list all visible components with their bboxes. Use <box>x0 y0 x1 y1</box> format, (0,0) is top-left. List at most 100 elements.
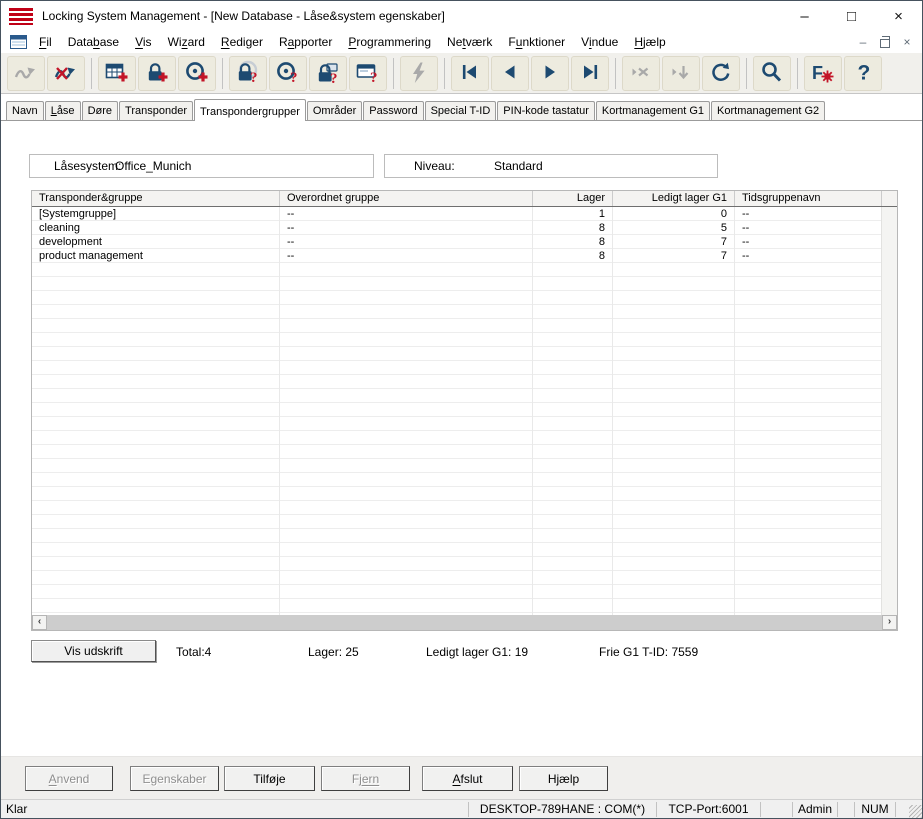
tab-password[interactable]: Password <box>363 101 423 120</box>
tab-pin-kode-tastatur[interactable]: PIN-kode tastatur <box>497 101 595 120</box>
status-message: Klar <box>1 802 468 816</box>
filter-settings-button[interactable]: F <box>804 56 842 91</box>
hjaelp-knap-button[interactable]: Hjælp <box>519 766 608 791</box>
restore-icon <box>880 39 890 48</box>
column-header-ledigt-lager-g1[interactable]: Ledigt lager G1 <box>613 191 735 206</box>
show-print-button[interactable]: Vis udskrift <box>31 640 156 662</box>
menu-vindue[interactable]: Vindue <box>573 33 626 51</box>
next-record-button[interactable] <box>531 56 569 91</box>
close-button[interactable]: × <box>875 1 922 31</box>
cell-ledigt-lager-g1: 5 <box>613 221 735 235</box>
tab-transpondergrupper[interactable]: Transpondergrupper <box>194 99 306 121</box>
locking-system-label: Låsesystem: <box>54 159 121 173</box>
menu-vis[interactable]: Vis <box>127 33 159 51</box>
column-gridline <box>279 207 280 615</box>
app-window: Locking System Management - [New Databas… <box>0 0 923 819</box>
column-gridline <box>532 207 533 615</box>
new-lock-button[interactable] <box>138 56 176 91</box>
transponder-question-icon: ? <box>275 60 301 86</box>
transponder-plus-icon <box>184 60 210 86</box>
new-transponder-button[interactable] <box>178 56 216 91</box>
play-down-icon <box>668 60 694 86</box>
cell-ledigt-lager-g1: 7 <box>613 235 735 249</box>
help-button[interactable]: ? <box>844 56 882 91</box>
read-mifare-lock-button[interactable]: ? <box>309 56 347 91</box>
tab-kortmanagement-g2[interactable]: Kortmanagement G2 <box>711 101 825 120</box>
prev-icon <box>497 60 523 86</box>
tab-doere[interactable]: Døre <box>82 101 118 120</box>
column-header-lager[interactable]: Lager <box>533 191 613 206</box>
menu-rediger[interactable]: Rediger <box>213 33 271 51</box>
cancel-navigation-button <box>622 56 660 91</box>
search-button[interactable] <box>753 56 791 91</box>
read-card-button[interactable]: ? <box>349 56 387 91</box>
refresh-button[interactable] <box>702 56 740 91</box>
table-row[interactable]: product management--87-- <box>32 249 897 263</box>
cell-overordnet-gruppe: -- <box>280 207 533 221</box>
tab-laase[interactable]: Låse <box>45 101 81 120</box>
anvend-button: Anvend <box>25 766 113 791</box>
status-bar: Klar DESKTOP-789HANE : COM(*)TCP-Port:60… <box>1 799 922 818</box>
cell-transponder-gruppe: cleaning <box>32 221 280 235</box>
search-icon <box>759 60 785 86</box>
read-lock-button[interactable]: ? <box>229 56 267 91</box>
status-spacer-1 <box>760 802 792 817</box>
menu-fil[interactable]: Fil <box>31 33 60 51</box>
svg-text:?: ? <box>330 71 338 86</box>
previous-record-button[interactable] <box>491 56 529 91</box>
read-transponder-button[interactable]: ? <box>269 56 307 91</box>
cell-ledigt-lager-g1: 7 <box>613 249 735 263</box>
resize-grip[interactable] <box>909 805 922 818</box>
menu-funktioner[interactable]: Funktioner <box>500 33 573 51</box>
horizontal-scrollbar[interactable]: ‹ › <box>32 615 897 630</box>
tab-navn[interactable]: Navn <box>6 101 44 120</box>
toolbar: ????F? <box>1 53 922 94</box>
menu-wizard[interactable]: Wizard <box>160 33 213 51</box>
menu-programmering[interactable]: Programmering <box>340 33 439 51</box>
menu-database[interactable]: Database <box>60 33 127 51</box>
toolbar-separator <box>393 58 394 89</box>
tab-transponder[interactable]: Transponder <box>119 101 193 120</box>
menu-rapporter[interactable]: Rapporter <box>271 33 340 51</box>
window-title: Locking System Management - [New Databas… <box>42 9 781 23</box>
lock-plus-icon <box>144 60 170 86</box>
table-row[interactable]: cleaning--85-- <box>32 221 897 235</box>
menu-hjaelp[interactable]: Hjælp <box>626 33 673 51</box>
last-record-button[interactable] <box>571 56 609 91</box>
scrollbar-track[interactable] <box>47 615 882 630</box>
column-header-tidsgruppenavn[interactable]: Tidsgruppenavn <box>735 191 882 206</box>
cell-tidsgruppenavn: -- <box>735 249 882 263</box>
log-off-button[interactable] <box>47 56 85 91</box>
minimize-button[interactable]: – <box>781 1 828 31</box>
scroll-left-button[interactable]: ‹ <box>32 615 47 630</box>
first-record-button[interactable] <box>451 56 489 91</box>
simonsvoss-logo-icon <box>9 8 33 25</box>
table-row[interactable]: development--87-- <box>32 235 897 249</box>
scroll-right-button[interactable]: › <box>882 615 897 630</box>
tab-special-t-id[interactable]: Special T-ID <box>425 101 497 120</box>
cell-ledigt-lager-g1: 0 <box>613 207 735 221</box>
tab-kortmanagement-g1[interactable]: Kortmanagement G1 <box>596 101 710 120</box>
cell-lager: 8 <box>533 221 613 235</box>
afslut-button[interactable]: Afslut <box>422 766 513 791</box>
maximize-button[interactable]: □ <box>828 1 875 31</box>
cell-transponder-gruppe: [Systemgruppe] <box>32 207 280 221</box>
cell-lager: 8 <box>533 249 613 263</box>
cell-overordnet-gruppe: -- <box>280 235 533 249</box>
column-header-transponder-gruppe[interactable]: Transponder&gruppe <box>32 191 280 206</box>
tab-omraader[interactable]: Områder <box>307 101 362 120</box>
mdi-minimize-button[interactable]: – <box>856 36 870 48</box>
status-spacer-3 <box>895 802 908 817</box>
toolbar-separator <box>444 58 445 89</box>
last-icon <box>577 60 603 86</box>
table-row[interactable]: [Systemgruppe]--10-- <box>32 207 897 221</box>
level-field: Niveau: Standard <box>384 154 718 178</box>
column-header-overordnet-gruppe[interactable]: Overordnet gruppe <box>280 191 533 206</box>
mdi-close-button[interactable]: × <box>900 36 914 48</box>
cell-lager: 8 <box>533 235 613 249</box>
mdi-restore-button[interactable] <box>878 36 892 48</box>
menu-netvaerk[interactable]: Netværk <box>439 33 500 51</box>
tilfoeje-button[interactable]: Tilføje <box>224 766 315 791</box>
new-locking-system-button[interactable] <box>98 56 136 91</box>
first-icon <box>457 60 483 86</box>
